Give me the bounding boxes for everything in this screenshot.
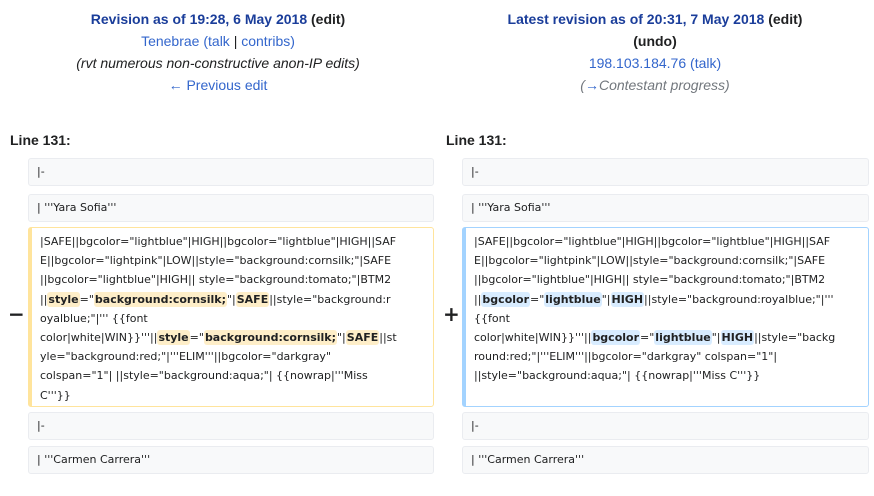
changed-text: style — [157, 330, 190, 346]
code-line: round:red;"|'''ELIM'''||bgcolor="darkgra… — [474, 347, 862, 366]
code-line: ||style="background:cornsilk;"|SAFE||sty… — [40, 290, 427, 309]
code-text: yle="background:red;"|'''ELIM'''||bgcolo… — [40, 350, 332, 364]
undo-link[interactable]: (undo) — [633, 33, 677, 49]
code-text: ||bgcolor="lightblue"|HIGH|| style="back… — [474, 273, 826, 287]
code-text: |SAFE||bgcolor="lightblue"|HIGH||bgcolor… — [40, 235, 397, 248]
code-text: E||bgcolor="lightpink"|LOW||style="backg… — [40, 254, 392, 268]
changed-text: SAFE — [235, 291, 270, 307]
code-text: color|white|WIN}}'''|| — [40, 331, 158, 345]
context-line-old: |- — [28, 158, 434, 186]
old-edit-link[interactable]: (edit) — [311, 11, 345, 27]
new-talk-link[interactable]: talk — [695, 55, 717, 71]
section-arrow-link[interactable]: → — [585, 77, 599, 93]
old-contribs-link[interactable]: contribs — [241, 33, 290, 49]
code-text: {{font — [474, 311, 510, 325]
code-text: ||style="background:aqua;"| {{nowrap|'''… — [474, 369, 761, 383]
new-edit-summary: (→Contestant progress) — [580, 77, 730, 93]
code-text: ||st — [379, 331, 397, 345]
code-text: ||bgcolor="lightblue"|HIGH|| style="back… — [40, 273, 392, 287]
changed-text: SAFE — [345, 330, 380, 346]
changed-text: bgcolor — [591, 330, 641, 346]
changed-text: background:cornsilk; — [203, 330, 337, 346]
new-revision-header: Latest revision as of 20:31, 7 May 2018 … — [436, 8, 874, 96]
code-text: =" — [640, 331, 655, 345]
code-text: colspan="1"| ||style="background:aqua;"|… — [40, 369, 368, 383]
code-line: |SAFE||bgcolor="lightblue"|HIGH||bgcolor… — [474, 232, 862, 251]
code-text: ||style="background:royalblue;"|''' — [644, 292, 834, 306]
code-line: C'''}} — [40, 386, 427, 405]
context-line-new: | '''Yara Sofia''' — [462, 194, 869, 222]
code-text: E||bgcolor="lightpink"|LOW||style="backg… — [474, 254, 826, 268]
code-text: C'''}} — [40, 388, 71, 402]
code-text: color|white|WIN}}'''|| — [474, 331, 592, 345]
code-text: "| — [337, 331, 346, 345]
code-text: ||style="background:r — [269, 292, 391, 306]
old-line-number: Line 131: — [10, 132, 71, 148]
code-line: E||bgcolor="lightpink"|LOW||style="backg… — [40, 251, 427, 270]
old-revision-link[interactable]: Revision as of 19:28, 6 May 2018 — [91, 11, 307, 27]
changed-text: HIGH — [720, 330, 755, 346]
changed-text: HIGH — [610, 291, 645, 307]
changed-text: bgcolor — [481, 291, 530, 307]
code-line: ||bgcolor="lightblue"|HIGH|| style="back… — [40, 270, 427, 289]
code-text: oyalblue;"|''' {{font — [40, 311, 148, 325]
context-line-old: | '''Carmen Carrera''' — [28, 446, 434, 474]
old-revision-header: Revision as of 19:28, 6 May 2018 (edit) … — [0, 8, 436, 96]
old-user-link[interactable]: Tenebrae — [141, 33, 199, 49]
context-line-new: | '''Carmen Carrera''' — [462, 446, 869, 474]
code-text: =" — [79, 292, 94, 306]
code-text: =" — [189, 331, 204, 345]
code-text: =" — [530, 292, 545, 306]
code-line: {{font — [474, 309, 862, 328]
new-user-link[interactable]: 198.103.184.76 — [589, 55, 686, 71]
code-text: "| — [601, 292, 611, 306]
code-text: "| — [226, 292, 236, 306]
code-line: color|white|WIN}}'''||bgcolor="lightblue… — [474, 328, 862, 347]
context-line-new: |- — [462, 412, 869, 440]
code-text: |SAFE||bgcolor="lightblue"|HIGH||bgcolor… — [474, 235, 831, 248]
deleted-line: |SAFE||bgcolor="lightblue"|HIGH||bgcolor… — [28, 227, 434, 407]
code-line: yle="background:red;"|'''ELIM'''||bgcolo… — [40, 347, 427, 366]
section-name: Contestant progress — [598, 77, 726, 93]
code-line: oyalblue;"|''' {{font — [40, 309, 427, 328]
context-line-old: | '''Yara Sofia''' — [28, 194, 434, 222]
code-line: ||bgcolor="lightblue"|HIGH||style="backg… — [474, 290, 862, 309]
code-line: ||bgcolor="lightblue"|HIGH|| style="back… — [474, 270, 862, 289]
code-text: ||style="backg — [754, 331, 836, 345]
code-text: round:red;"|'''ELIM'''||bgcolor="darkgra… — [474, 350, 778, 364]
code-line: |SAFE||bgcolor="lightblue"|HIGH||bgcolor… — [40, 232, 427, 251]
code-line: color|white|WIN}}'''||style="background:… — [40, 328, 427, 347]
context-line-old: |- — [28, 412, 434, 440]
code-text: "| — [711, 331, 721, 345]
code-line: E||bgcolor="lightpink"|LOW||style="backg… — [474, 251, 862, 270]
new-revision-link[interactable]: Latest revision as of 20:31, 7 May 2018 — [508, 11, 765, 27]
old-talk-link[interactable]: talk — [208, 33, 230, 49]
deleted-marker: − — [8, 302, 25, 326]
changed-text: background:cornsilk; — [93, 291, 227, 307]
previous-edit-link[interactable]: ← Previous edit — [169, 77, 268, 93]
changed-text: style — [47, 291, 80, 307]
old-edit-summary: (rvt numerous non-constructive anon-IP e… — [76, 55, 360, 71]
changed-text: lightblue — [544, 291, 602, 307]
added-line: |SAFE||bgcolor="lightblue"|HIGH||bgcolor… — [462, 227, 869, 407]
added-marker: + — [443, 302, 460, 326]
code-line: ||style="background:aqua;"| {{nowrap|'''… — [474, 366, 862, 385]
new-edit-link[interactable]: (edit) — [768, 11, 802, 27]
new-line-number: Line 131: — [446, 132, 507, 148]
code-line: colspan="1"| ||style="background:aqua;"|… — [40, 366, 427, 385]
context-line-new: |- — [462, 158, 869, 186]
changed-text: lightblue — [654, 330, 712, 346]
